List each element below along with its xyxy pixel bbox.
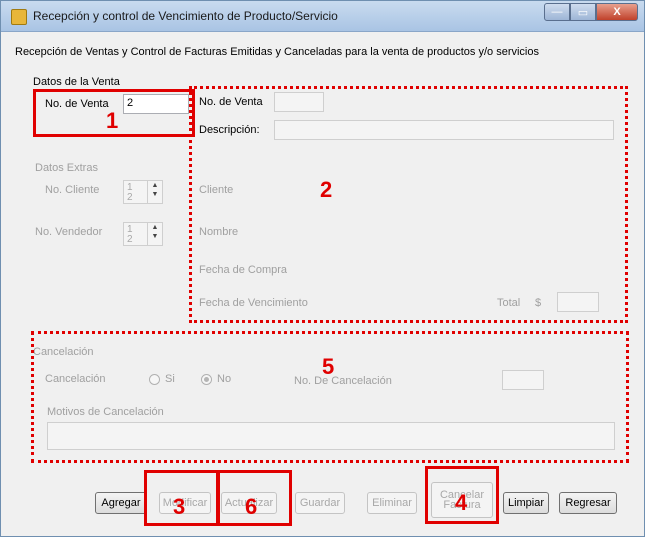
minimize-button[interactable]: —	[544, 3, 570, 21]
maximize-button[interactable]: ▭	[570, 3, 596, 21]
no-cliente-value-2: 2	[127, 192, 133, 203]
app-window: Recepción y control de Vencimiento de Pr…	[0, 0, 645, 537]
app-icon	[11, 9, 27, 25]
annotation-number-2: 2	[320, 177, 333, 202]
no-cliente-spinner: 1 2 ▲ ▼	[123, 180, 163, 204]
annotation-box-2	[189, 86, 628, 323]
no-vendedor-label: No. Vendedor	[35, 226, 103, 238]
annotation-number-4: 4	[455, 490, 468, 515]
window-controls: — ▭ X	[544, 3, 638, 21]
annotation-box-5	[31, 331, 629, 463]
group-label-datos-extras: Datos Extras	[35, 162, 98, 174]
regresar-button[interactable]: Regresar	[559, 492, 617, 514]
group-label-datos-venta: Datos de la Venta	[33, 76, 120, 88]
spinner-arrows-icon: ▲ ▼	[147, 181, 162, 203]
spinner-arrows-icon: ▲ ▼	[147, 223, 162, 245]
annotation-number-3: 3	[173, 494, 186, 519]
annotation-number-5: 5	[322, 354, 335, 379]
agregar-button[interactable]: Agregar	[95, 492, 147, 514]
annotation-number-1: 1	[106, 108, 119, 133]
limpiar-button[interactable]: Limpiar	[503, 492, 549, 514]
title-bar[interactable]: Recepción y control de Vencimiento de Pr…	[1, 1, 644, 32]
window-title: Recepción y control de Vencimiento de Pr…	[33, 9, 338, 23]
annotation-number-6: 6	[245, 494, 258, 519]
eliminar-button[interactable]: Eliminar	[367, 492, 417, 514]
form-client-area: Recepción de Ventas y Control de Factura…	[9, 32, 636, 530]
no-vendedor-spinner: 1 2 ▲ ▼	[123, 222, 163, 246]
close-button[interactable]: X	[596, 3, 638, 21]
header-text: Recepción de Ventas y Control de Factura…	[15, 46, 539, 58]
no-cliente-label: No. Cliente	[45, 184, 100, 196]
guardar-button[interactable]: Guardar	[295, 492, 345, 514]
no-vendedor-value-2: 2	[127, 234, 133, 245]
